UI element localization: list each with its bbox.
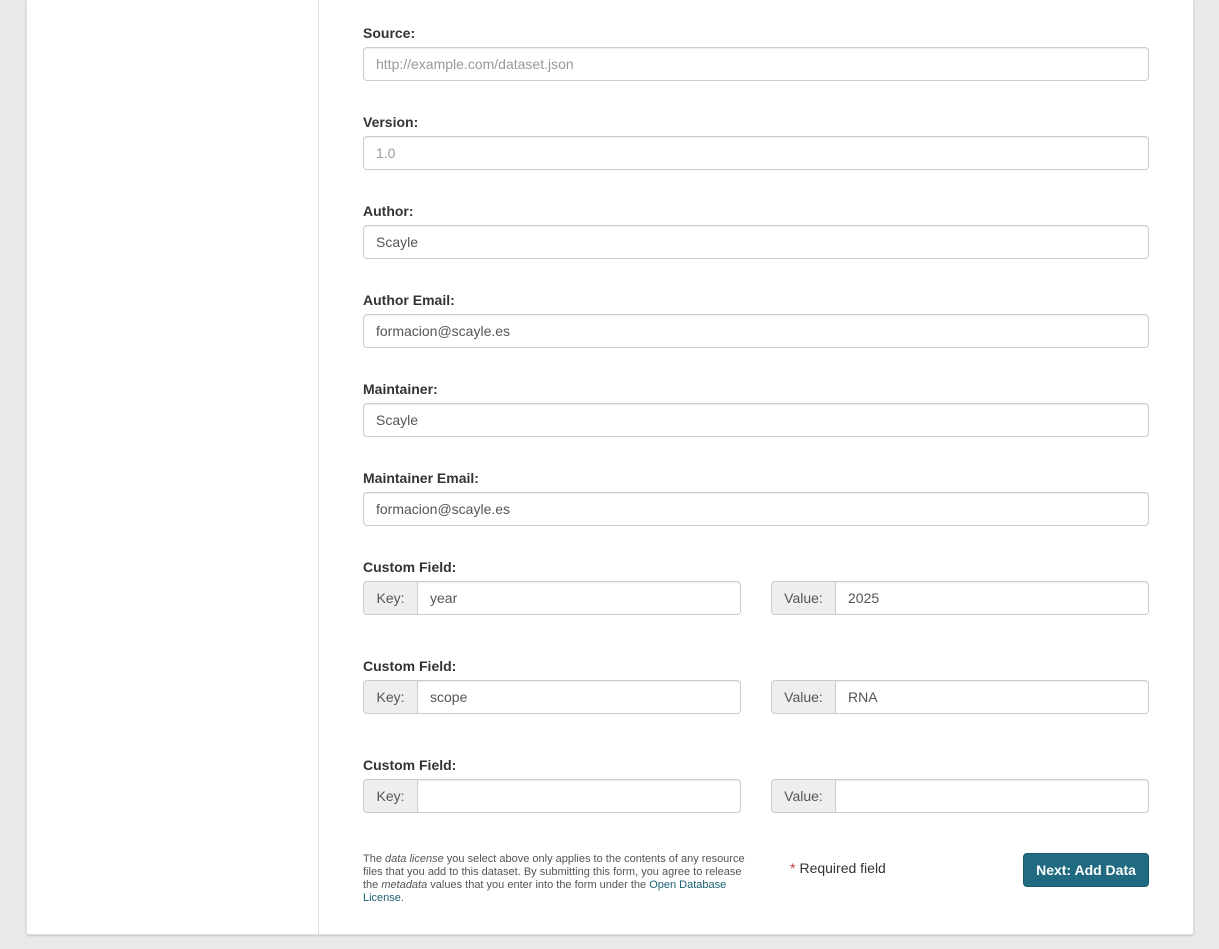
custom-field-key-input[interactable] xyxy=(417,680,741,714)
custom-field-label: Custom Field: xyxy=(363,559,457,575)
required-text: Required field xyxy=(799,860,886,876)
required-star: * xyxy=(790,860,796,876)
maintainer-input[interactable] xyxy=(363,403,1149,437)
author-input[interactable] xyxy=(363,225,1149,259)
custom-field-value-group: Value: xyxy=(771,581,1149,615)
next-add-data-button[interactable]: Next: Add Data xyxy=(1023,853,1149,887)
value-addon: Value: xyxy=(771,779,835,813)
value-addon: Value: xyxy=(771,680,835,714)
author-email-label: Author Email: xyxy=(363,292,455,308)
version-label: Version: xyxy=(363,114,419,130)
source-input[interactable] xyxy=(363,47,1149,81)
legal-emphasis: metadata xyxy=(381,879,428,891)
key-addon: Key: xyxy=(363,680,417,714)
left-sidebar xyxy=(27,0,319,934)
custom-field-label: Custom Field: xyxy=(363,757,457,773)
custom-field-value-input[interactable] xyxy=(835,581,1149,615)
maintainer-email-input[interactable] xyxy=(363,492,1149,526)
legal-emphasis: data license xyxy=(385,853,444,865)
legal-text: . xyxy=(400,892,404,904)
custom-field-key-input[interactable] xyxy=(417,779,741,813)
custom-field-value-group: Value: xyxy=(771,680,1149,714)
license-notice: The data license you select above only a… xyxy=(363,853,753,905)
key-addon: Key: xyxy=(363,779,417,813)
custom-field-value-group: Value: xyxy=(771,779,1149,813)
source-label: Source: xyxy=(363,25,416,41)
custom-field-key-input[interactable] xyxy=(417,581,741,615)
version-input[interactable] xyxy=(363,136,1149,170)
custom-field-label: Custom Field: xyxy=(363,658,457,674)
key-addon: Key: xyxy=(363,581,417,615)
legal-text: values that you enter into the form unde… xyxy=(427,879,650,891)
custom-field-key-group: Key: xyxy=(363,680,741,714)
author-label: Author: xyxy=(363,203,414,219)
custom-field-key-group: Key: xyxy=(363,779,741,813)
maintainer-email-label: Maintainer Email: xyxy=(363,470,479,486)
required-field-note: * Required field xyxy=(790,860,886,876)
custom-field-value-input[interactable] xyxy=(835,680,1149,714)
custom-field-value-input[interactable] xyxy=(835,779,1149,813)
legal-text: The xyxy=(363,853,386,865)
author-email-input[interactable] xyxy=(363,314,1149,348)
custom-field-key-group: Key: xyxy=(363,581,741,615)
maintainer-label: Maintainer: xyxy=(363,381,438,397)
value-addon: Value: xyxy=(771,581,835,615)
